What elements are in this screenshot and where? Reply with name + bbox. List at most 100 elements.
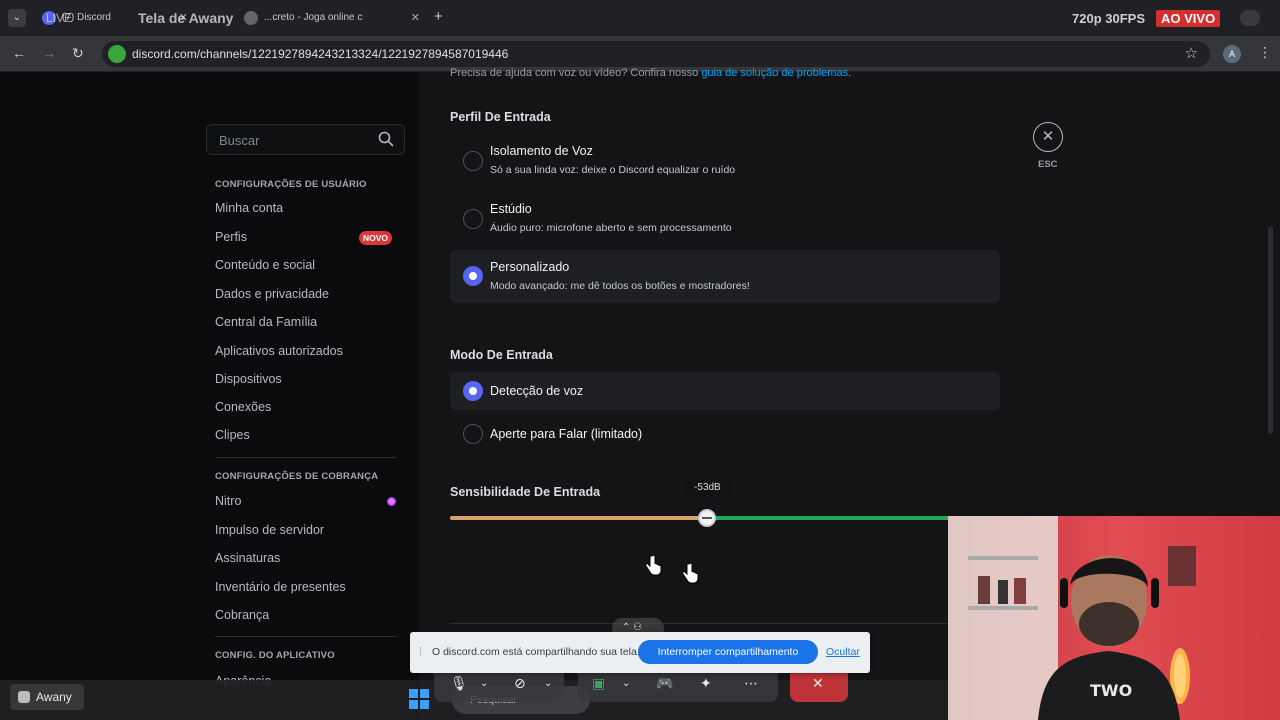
chat-icon — [18, 691, 30, 703]
option-desc: Modo avançado: me dê todos os botões e m… — [490, 280, 750, 292]
stream-quality: 720p 30FPS — [1072, 11, 1145, 26]
settings-sidebar — [0, 72, 418, 720]
radio-unchecked[interactable] — [463, 209, 483, 229]
star-icon[interactable]: ☆ — [1185, 44, 1198, 62]
windows-start-icon[interactable] — [408, 688, 430, 710]
streamer-pill[interactable]: Awany — [10, 684, 84, 710]
troubleshooting-link[interactable]: guia de solução de problemas — [701, 67, 848, 79]
help-text: Precisa de ajuda com voz ou vídeo? Confi… — [450, 67, 851, 79]
hide-link[interactable]: Ocultar — [826, 646, 860, 658]
screen-share-icon[interactable]: ▣ — [592, 675, 605, 692]
radio-checked[interactable] — [463, 381, 483, 401]
reload-icon[interactable]: ↻ — [72, 45, 84, 62]
hand-cursor-icon — [645, 555, 662, 576]
option-title: Aperte para Falar (limitado) — [490, 427, 643, 441]
sidebar-item-family-center[interactable]: Central da Família — [215, 315, 317, 329]
sidebar-item-connections[interactable]: Conexões — [215, 400, 271, 414]
sidebar-divider — [215, 636, 396, 637]
sidebar-item-nitro[interactable]: Nitro — [215, 494, 241, 508]
webcam-image: TWO — [948, 516, 1280, 720]
chevron-down-icon[interactable]: ⌄ — [622, 678, 630, 689]
sidebar-item-profiles[interactable]: Perfis — [215, 230, 247, 244]
game-favicon-icon — [244, 11, 258, 25]
input-profile-studio[interactable]: Estúdio Áudio puro: microfone aberto e s… — [450, 194, 1000, 244]
sidebar-divider — [215, 457, 396, 458]
sidebar-item-gift-inventory[interactable]: Inventário de presentes — [215, 580, 346, 594]
live-label: LIVE — [46, 11, 73, 25]
screen: ⌄ (7) Discord ✕ ...creto - Joga online c… — [0, 0, 1280, 720]
radio-unchecked[interactable] — [463, 151, 483, 171]
hangup-icon: ✕ — [812, 675, 824, 691]
option-title: Isolamento de Voz — [490, 144, 593, 158]
rocket-icon[interactable]: ✦ — [700, 675, 712, 692]
camera-off-icon[interactable]: ⊘ — [514, 675, 526, 692]
help-text-end: . — [848, 67, 852, 79]
section-divider — [450, 623, 1000, 624]
help-text-body: Precisa de ajuda com voz ou vídeo? Confi… — [450, 67, 702, 79]
share-message: O discord.com está compartilhando sua te… — [432, 646, 640, 658]
sidebar-item-content-social[interactable]: Conteúdo e social — [215, 258, 315, 272]
close-icon[interactable]: ✕ — [411, 6, 420, 30]
input-mode-label: Modo De Entrada — [450, 348, 553, 362]
option-desc: Áudio puro: microfone aberto e sem proce… — [490, 222, 732, 234]
sidebar-item-server-boost[interactable]: Impulso de servidor — [215, 523, 324, 537]
sidebar-item-subscriptions[interactable]: Assinaturas — [215, 551, 280, 565]
settings-search-input[interactable]: Buscar — [206, 124, 405, 155]
site-info-icon[interactable] — [108, 45, 126, 63]
stream-title: Tela de Awany — [138, 10, 234, 26]
option-title: Personalizado — [490, 260, 570, 274]
tab-search-icon[interactable]: ⌄ — [8, 9, 26, 27]
input-sensitivity-label: Sensibilidade De Entrada — [450, 485, 601, 499]
option-title: Estúdio — [490, 202, 532, 216]
input-mode-voice-activity[interactable]: Detecção de voz — [450, 372, 1000, 410]
live-badge: AO VIVO — [1156, 10, 1221, 27]
browser-tab-bar: ⌄ (7) Discord ✕ ...creto - Joga online c… — [0, 0, 1280, 36]
address-bar[interactable]: discord.com/channels/1221927894243213324… — [102, 41, 1210, 67]
shirt-text: TWO — [1090, 681, 1132, 700]
section-header-billing-settings: CONFIGURAÇÕES DE COBRANÇA — [215, 471, 379, 482]
stop-sharing-button[interactable]: Interromper compartilhamento — [638, 640, 818, 664]
sensitivity-tooltip: -53dB — [681, 477, 734, 499]
slider-fill-low — [450, 516, 708, 520]
drag-handle-icon[interactable]: ⁞ — [419, 646, 422, 658]
radio-checked[interactable] — [463, 266, 483, 286]
option-title: Detecção de voz — [490, 384, 584, 398]
profile-pill[interactable] — [1240, 10, 1260, 26]
new-tab-icon[interactable]: + — [434, 8, 443, 25]
chevron-down-icon[interactable]: ⌄ — [544, 678, 552, 689]
microphone-icon[interactable]: 🎙 — [450, 675, 468, 692]
sidebar-item-clips[interactable]: Clipes — [215, 428, 250, 442]
esc-label: ESC — [1038, 159, 1058, 170]
input-profile-custom[interactable]: Personalizado Modo avançado: me dê todos… — [450, 250, 1000, 303]
back-icon[interactable]: ← — [12, 45, 26, 61]
sidebar-item-devices[interactable]: Dispositivos — [215, 372, 282, 386]
sensitivity-slider-track[interactable] — [450, 516, 1000, 520]
section-header-user-settings: CONFIGURAÇÕES DE USUÁRIO — [215, 179, 367, 190]
search-placeholder: Buscar — [219, 133, 260, 148]
tab-label: ...creto - Joga online c — [264, 12, 363, 23]
more-icon[interactable]: ⋯ — [744, 675, 758, 692]
sidebar-item-billing[interactable]: Cobrança — [215, 608, 269, 622]
close-settings-button[interactable]: ✕ — [1033, 122, 1063, 152]
forward-icon[interactable]: → — [42, 45, 56, 61]
input-profile-voice-isolation[interactable]: Isolamento de Voz Só a sua linda voz: de… — [450, 136, 1000, 186]
sidebar-item-data-privacy[interactable]: Dados e privacidade — [215, 287, 329, 301]
sidebar-item-my-account[interactable]: Minha conta — [215, 201, 283, 215]
section-header-app-settings: CONFIG. DO APLICATIVO — [215, 650, 335, 661]
screen-share-notification: ⁞ O discord.com está compartilhando sua … — [410, 632, 870, 673]
input-mode-push-to-talk[interactable]: Aperte para Falar (limitado) — [450, 416, 1000, 452]
content-scrollbar[interactable] — [1268, 226, 1273, 434]
kebab-icon[interactable]: ⋮ — [1258, 44, 1272, 61]
input-profile-label: Perfil De Entrada — [450, 110, 551, 124]
radio-unchecked[interactable] — [463, 424, 483, 444]
new-badge: NOVO — [359, 231, 393, 245]
url-text: discord.com/channels/1221927894243213324… — [132, 47, 509, 61]
sidebar-item-authorized-apps[interactable]: Aplicativos autorizados — [215, 344, 343, 358]
account-avatar[interactable]: A — [1223, 45, 1241, 63]
nitro-icon — [387, 497, 396, 506]
hand-cursor-icon — [682, 563, 699, 584]
gamepad-icon[interactable]: 🎮 — [656, 675, 673, 692]
chevron-down-icon[interactable]: ⌄ — [480, 678, 488, 689]
tab-game[interactable]: ...creto - Joga online c ✕ — [236, 6, 426, 30]
search-icon — [378, 131, 394, 147]
